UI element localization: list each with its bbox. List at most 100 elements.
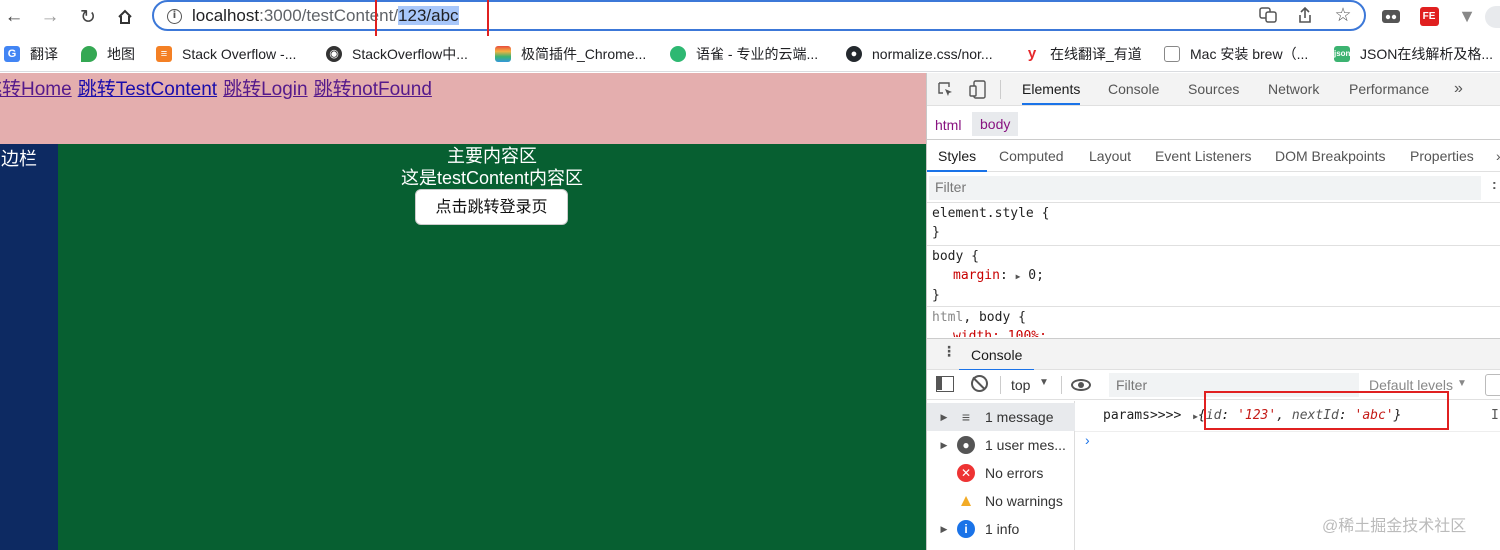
more-style-tabs[interactable]: » [1496, 140, 1500, 172]
google-translate-icon: G [4, 46, 20, 62]
tab-styles[interactable]: Styles [927, 140, 988, 172]
tab-properties[interactable]: Properties [1410, 140, 1474, 172]
styles-filter-input[interactable]: Filter [935, 179, 966, 195]
nav-link-home[interactable]: 跳转Home [0, 79, 72, 100]
bookmark-label: 翻译 [30, 46, 58, 62]
google-maps-icon [81, 46, 97, 62]
context-selector[interactable]: top [1011, 377, 1030, 393]
bookmark-label: 极简插件_Chrome... [521, 46, 647, 62]
forward-arrow-icon[interactable]: → [37, 4, 63, 30]
console-sidebar-toggle-icon[interactable] [936, 376, 954, 392]
tab-network[interactable]: Network [1268, 73, 1319, 105]
tab-elements[interactable]: Elements [1022, 73, 1081, 105]
address-bar[interactable]: i localhost:3000/testContent/123/abc ☆ [152, 0, 1366, 31]
console-sidebar: ▶ ≡ 1 message ▶ ● 1 user mes... ✕ No errors ▲… [927, 401, 1075, 550]
console-sidebar-warnings[interactable]: ▲ No warnings [927, 487, 1075, 515]
bookmark-json[interactable]: json JSON在线解析及格... [1334, 44, 1493, 64]
bookmark-normalize[interactable]: ● normalize.css/nor... [846, 44, 993, 64]
more-tabs-icon[interactable]: » [1454, 73, 1463, 105]
css-selector: body { [932, 249, 979, 264]
breadcrumb-body[interactable]: body [972, 112, 1019, 136]
drawer-tabbar: ⋮ Console [927, 338, 1500, 371]
bookmark-maps[interactable]: 地图 [81, 44, 135, 64]
rainbow-icon [495, 46, 511, 62]
info-icon: i [957, 520, 975, 538]
tab-dom-breakpoints[interactable]: DOM Breakpoints [1275, 140, 1385, 172]
watermark: @稀土掘金技术社区 [1322, 518, 1467, 535]
console-sidebar-messages[interactable]: ▶ ≡ 1 message [927, 403, 1075, 431]
vue-devtools-icon[interactable]: ▼ [1457, 6, 1477, 26]
console-prompt-icon[interactable]: › [1085, 432, 1090, 448]
list-icon: ≡ [961, 409, 971, 425]
profile-icon[interactable] [1485, 6, 1500, 28]
sidebar-label: 侧边栏 [0, 149, 37, 169]
share-icon[interactable] [1295, 5, 1315, 25]
back-arrow-icon[interactable]: ← [1, 4, 27, 30]
inspect-element-icon[interactable] [937, 81, 954, 98]
device-toolbar-icon[interactable] [969, 80, 987, 99]
bookmark-yuque[interactable]: 语雀 - 专业的云端... [670, 44, 818, 64]
error-icon: ✕ [957, 464, 975, 482]
translate-page-icon[interactable] [1258, 5, 1278, 25]
devtools-tabbar: Elements Console Sources Network Perform… [927, 73, 1500, 106]
console-sidebar-errors[interactable]: ✕ No errors [927, 459, 1075, 487]
bookmark-label: 地图 [107, 46, 135, 62]
styles-more-icon[interactable]: : [1492, 176, 1497, 192]
tab-event-listeners[interactable]: Event Listeners [1155, 140, 1252, 172]
app-main-content: 主要内容区 这是testContent内容区 点击跳转登录页 [58, 144, 926, 550]
bookmark-stackoverflow[interactable]: ≡ Stack Overflow -... [156, 44, 296, 64]
css-property[interactable]: margin [953, 268, 1000, 283]
console-sidebar-info[interactable]: ▶ i 1 info [927, 515, 1075, 543]
breadcrumb-html[interactable]: html [935, 117, 961, 133]
github-icon: ● [846, 46, 862, 62]
bookmark-youdao[interactable]: y 在线翻译_有道 [1024, 44, 1142, 64]
bookmark-label: JSON在线解析及格... [1360, 46, 1494, 62]
css-rules: element.style { } body { margin: ▶ 0; } … [927, 204, 1500, 337]
reload-icon[interactable]: ↻ [75, 4, 101, 30]
page-icon [1164, 46, 1180, 62]
bookmark-label: normalize.css/nor... [872, 46, 993, 62]
rule-element-style: element.style { } [932, 204, 1049, 242]
fe-extension-icon[interactable]: FE [1419, 6, 1439, 26]
nav-link-login[interactable]: 跳转Login [223, 79, 308, 100]
divider [1000, 80, 1001, 99]
extension-icon[interactable] [1381, 6, 1401, 26]
bookmark-stackoverflow-cn[interactable]: ◉ StackOverflow中... [326, 44, 468, 64]
tab-performance[interactable]: Performance [1349, 73, 1429, 105]
css-value[interactable]: 0; [1028, 268, 1044, 283]
drawer-menu-icon[interactable]: ⋮ [942, 343, 956, 360]
tab-console[interactable]: Console [1108, 73, 1159, 105]
bookmark-translate[interactable]: G 翻译 [4, 44, 58, 64]
nav-link-notfound[interactable]: 跳转notFound [314, 79, 432, 100]
sidebar-label: 1 message [985, 409, 1054, 425]
url-highlight-box [375, 0, 489, 39]
main-subtitle: 这是testContent内容区 [400, 168, 584, 188]
expand-triangle-icon[interactable]: ▶ [1016, 272, 1021, 281]
app-sidebar: 侧边栏 [0, 144, 58, 550]
home-icon[interactable] [112, 4, 138, 30]
bookmark-label: 语雀 - 专业的云端... [696, 46, 819, 62]
drawer-tab-console[interactable]: Console [959, 339, 1035, 371]
console-sidebar-user-messages[interactable]: ▶ ● 1 user mes... [927, 431, 1075, 459]
rule-body: body { margin: ▶ 0; } [932, 249, 1044, 303]
sidebar-label: 1 user mes... [985, 437, 1066, 453]
warning-icon: ▲ [957, 491, 975, 510]
live-expression-eye-icon[interactable] [1071, 379, 1091, 391]
goto-login-button[interactable]: 点击跳转登录页 [415, 189, 568, 225]
app-nav: 跳转Home 跳转TestContent 跳转Login 跳转notFound [0, 74, 438, 101]
console-filter-input[interactable]: Filter [1116, 377, 1147, 393]
site-info-icon[interactable]: i [167, 9, 182, 24]
bookmark-brew[interactable]: Mac 安装 brew（... [1164, 44, 1308, 64]
tab-layout[interactable]: Layout [1089, 140, 1131, 172]
css-brace: } [932, 225, 940, 240]
bookmark-jijian[interactable]: 极简插件_Chrome... [495, 44, 646, 64]
bookmark-label: 在线翻译_有道 [1050, 46, 1142, 62]
nav-link-testcontent[interactable]: 跳转TestContent [78, 79, 217, 100]
bookmark-star-icon[interactable]: ☆ [1333, 5, 1353, 26]
tab-computed[interactable]: Computed [999, 140, 1064, 172]
tab-sources[interactable]: Sources [1188, 73, 1239, 105]
browser-toolbar: ← → ↻ i localhost:3000/testContent/123/a… [0, 0, 1500, 39]
log-highlight-box [1204, 391, 1449, 430]
clear-console-icon[interactable] [971, 375, 988, 392]
css-selector: , body { [963, 310, 1026, 325]
